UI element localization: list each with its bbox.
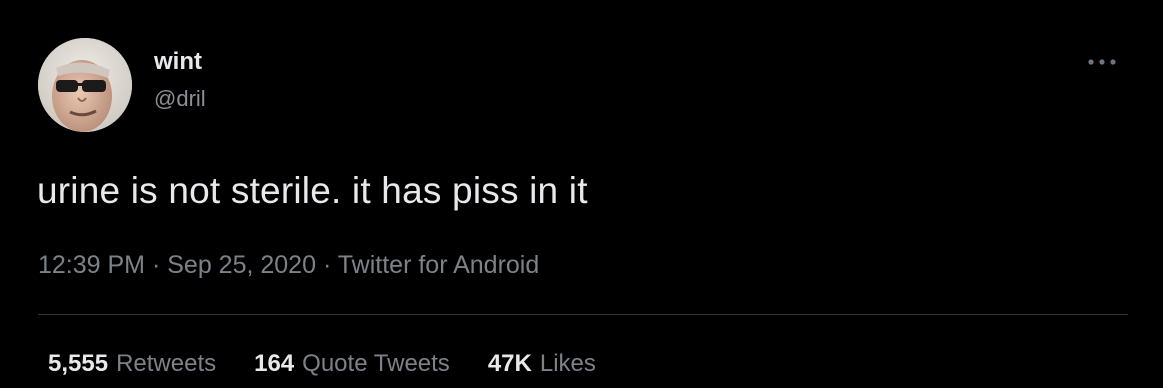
- tweet-card: wint @dril urine is not sterile. it has …: [0, 0, 1163, 388]
- likes-label: Likes: [539, 350, 596, 377]
- tweet-meta: 12:39 PM · Sep 25, 2020 · Twitter for An…: [38, 250, 539, 280]
- author-display-name[interactable]: wint: [154, 48, 202, 76]
- author-handle[interactable]: @dril: [154, 86, 206, 112]
- avatar[interactable]: [38, 38, 132, 132]
- likes-count: 47K: [487, 350, 532, 377]
- more-options-button[interactable]: [1082, 50, 1122, 74]
- divider: [38, 314, 1128, 315]
- tweet-stats: 5,555 Retweets 164 Quote Tweets 47K Like…: [48, 349, 634, 379]
- quote-tweets-count: 164: [254, 350, 295, 377]
- meta-separator: ·: [322, 251, 338, 279]
- more-dots-icon: [1088, 59, 1116, 65]
- quote-tweets-label: Quote Tweets: [302, 350, 450, 377]
- retweets-count: 5,555: [48, 350, 109, 377]
- retweets-stat[interactable]: 5,555 Retweets: [48, 349, 216, 379]
- avatar-sunglasses-face-icon: [38, 38, 132, 132]
- retweets-label: Retweets: [116, 350, 217, 377]
- likes-stat[interactable]: 47K Likes: [488, 349, 596, 379]
- tweet-date[interactable]: Sep 25, 2020: [167, 251, 316, 279]
- tweet-source[interactable]: Twitter for Android: [338, 251, 539, 279]
- meta-separator: ·: [151, 251, 168, 279]
- tweet-text: urine is not sterile. it has piss in it: [37, 170, 588, 211]
- tweet-time[interactable]: 12:39 PM: [38, 251, 145, 279]
- quote-tweets-stat[interactable]: 164 Quote Tweets: [254, 349, 450, 379]
